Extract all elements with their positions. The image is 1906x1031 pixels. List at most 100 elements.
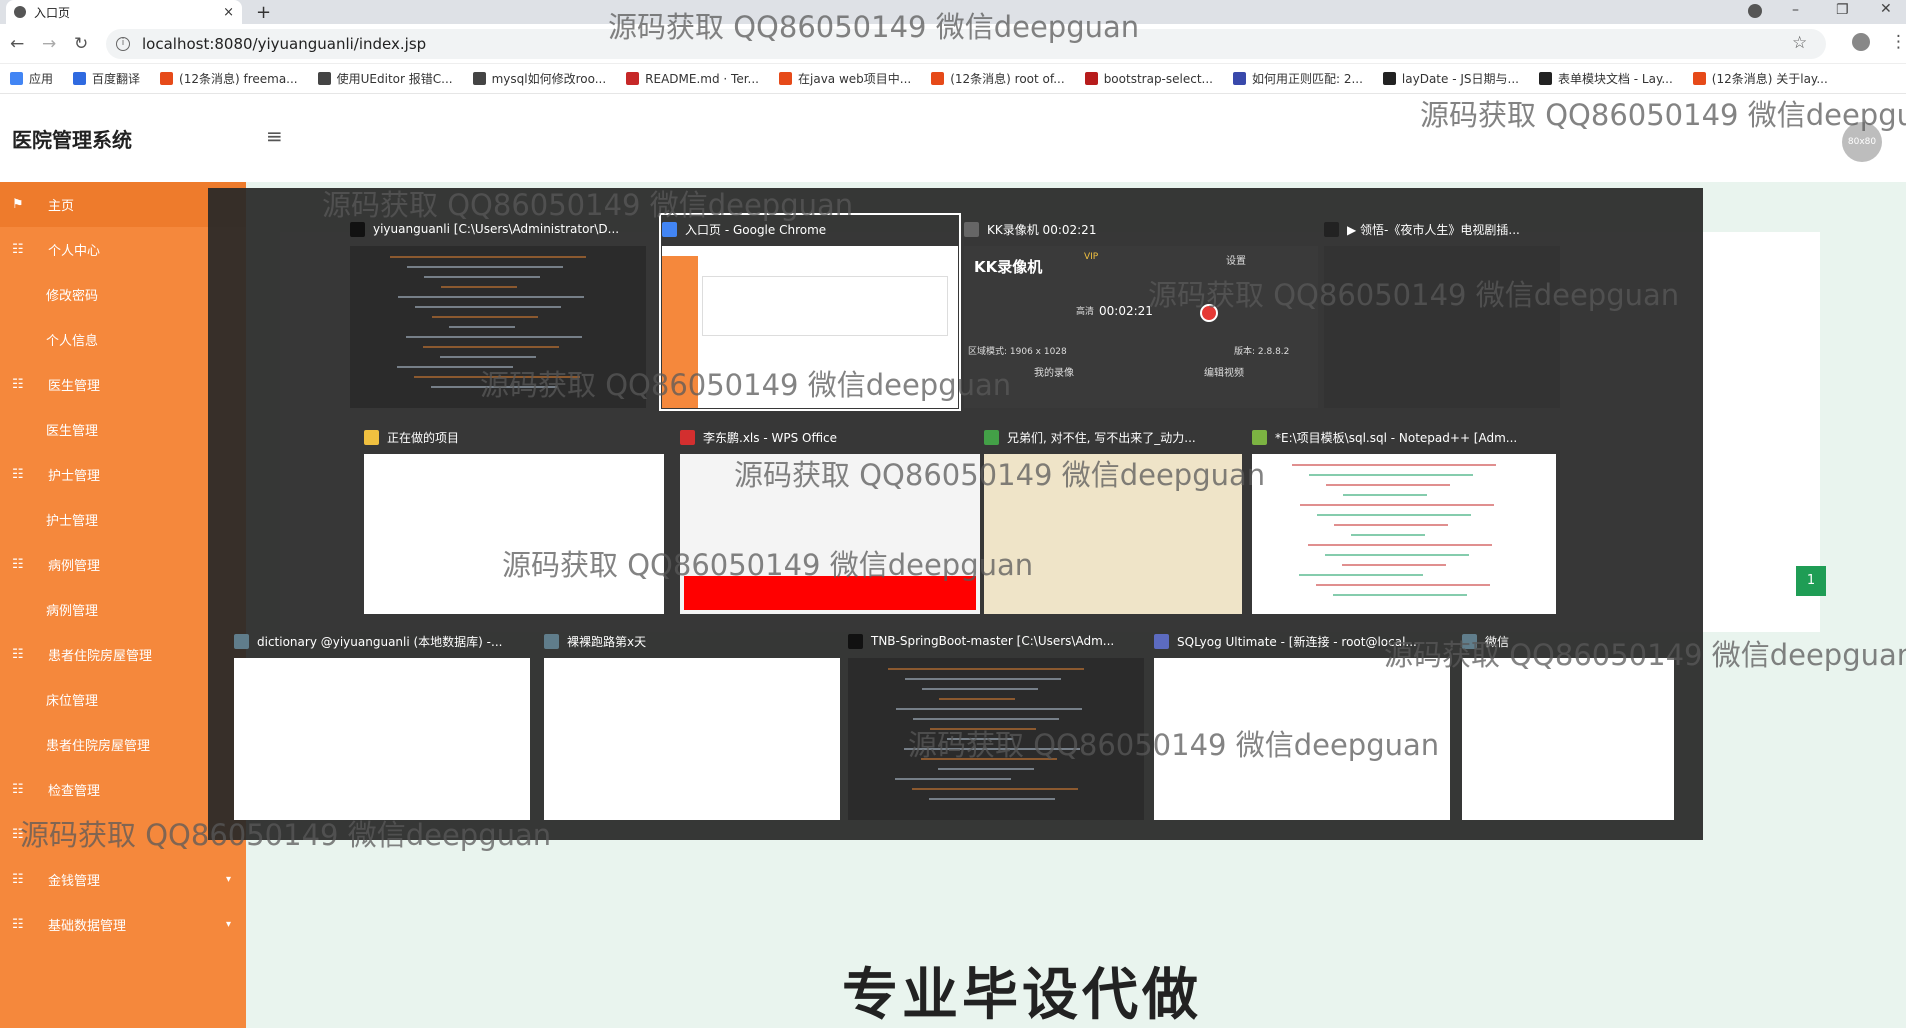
list-icon: ☷ [12, 917, 24, 932]
new-tab-button[interactable]: + [256, 2, 271, 23]
bookmark-item[interactable]: 百度翻译 [73, 70, 140, 87]
bookmark-favicon-icon [73, 72, 87, 85]
bookmark-item[interactable]: (12条消息) 关于lay... [1692, 70, 1828, 87]
window-caption: *E:\项目模板\sql.sql - Notepad++ [Adm... [1252, 424, 1556, 450]
window-caption: 兄弟们, 对不住, 写不出来了_动力... [984, 424, 1242, 450]
sidebar-item-label: 患者住院房屋管理 [48, 649, 153, 664]
sidebar-item-label: 病例管理 [48, 559, 101, 574]
window-title: *E:\项目模板\sql.sql - Notepad++ [Adm... [1275, 430, 1518, 445]
pagination-page-button[interactable]: 1 [1796, 566, 1826, 596]
list-icon: ☷ [12, 377, 24, 392]
kk-my-recordings[interactable]: 我的录像 [1034, 364, 1074, 379]
bookmark-item[interactable]: layDate - JS日期与... [1382, 70, 1519, 87]
sidebar-item-label: 基础数据管理 [48, 919, 127, 934]
sidebar-item-label: 护士管理 [48, 469, 101, 484]
watermark: 源码获取 QQ86050149 微信deepguan [908, 728, 1440, 762]
bookmark-item[interactable]: (12条消息) freema... [160, 70, 298, 87]
sidebar-item-label: 个人中心 [48, 244, 101, 259]
list-icon: ☷ [12, 242, 24, 257]
switcher-window[interactable]: 裸裸跑路第x天 [544, 628, 840, 820]
bookmark-label: 在java web项目中... [798, 72, 912, 86]
kk-area: 区域模式: 1906 x 1028 [968, 347, 1067, 357]
bookmark-label: 应用 [29, 72, 54, 86]
bookmark-favicon-icon [1692, 72, 1706, 85]
app-icon [1324, 221, 1339, 237]
window-caption: TNB-SpringBoot-master [C:\Users\Adm... [848, 628, 1144, 654]
watermark: 源码获取 QQ86050149 微信deepguan [20, 818, 552, 852]
bookmark-item[interactable]: (12条消息) root of... [931, 70, 1065, 87]
site-info-icon[interactable]: i [116, 37, 130, 51]
sidebar-item[interactable]: ☷ 金钱管理 ▾ [0, 857, 246, 902]
star-icon[interactable]: ☆ [1792, 33, 1807, 53]
sidebar-item-label: 护士管理 [46, 514, 99, 529]
app-icon [364, 429, 379, 445]
minimize-icon[interactable]: – [1792, 2, 1799, 18]
window-thumbnail [1324, 246, 1560, 408]
bookmark-item[interactable]: 应用 [10, 70, 53, 87]
window-thumbnail: KK录像机 VIP 设置 00:02:21 高清 区域模式: 1906 x 1028 版本:… [964, 246, 1318, 408]
app-icon [544, 633, 559, 649]
switcher-window[interactable]: dictionary @yiyuanguanli (本地数据库) -... [234, 628, 530, 820]
maximize-icon[interactable]: ❐ [1836, 2, 1849, 18]
window-title: 李东鹏.xls - WPS Office [703, 430, 838, 445]
kk-quality: 高清 [1076, 307, 1095, 317]
sidebar-item-label: 床位管理 [46, 694, 99, 709]
back-icon[interactable]: ← [10, 34, 24, 54]
list-icon: ☷ [12, 782, 24, 797]
bookmark-favicon-icon [626, 72, 640, 85]
watermark: 源码获取 QQ86050149 微信deepguan [734, 458, 1266, 492]
watermark: 源码获取 QQ86050149 微信deepguan [502, 548, 1034, 582]
profile-menu-icon[interactable] [1748, 4, 1762, 18]
bookmark-favicon-icon [1382, 72, 1396, 85]
bookmark-label: 如何用正则匹配: 2... [1251, 72, 1363, 86]
sidebar-item-label: 检查管理 [48, 784, 101, 799]
bookmark-item[interactable]: mysql如何修改roo... [472, 70, 606, 87]
switcher-window[interactable]: *E:\项目模板\sql.sql - Notepad++ [Adm... [1252, 424, 1556, 614]
kk-settings[interactable]: 设置 [1226, 252, 1246, 267]
account-icon[interactable] [1852, 33, 1870, 51]
window-caption: dictionary @yiyuanguanli (本地数据库) -... [234, 628, 530, 654]
menu-dots-icon[interactable]: ⋮ [1890, 32, 1906, 52]
sidebar-item-label: 医生管理 [46, 424, 99, 439]
bookmark-favicon-icon [160, 72, 174, 85]
window-title: ▶ 领悟-《夜市人生》电视剧插... [1347, 222, 1520, 237]
bookmarks-bar: 应用 百度翻译 (12条消息) freema... 使用UEditor 报错C... m… [0, 64, 1906, 94]
bookmark-item[interactable]: README.md · Ter... [626, 72, 759, 86]
bookmark-label: 百度翻译 [92, 72, 141, 86]
bookmark-item[interactable]: 表单模块文档 - Lay... [1538, 70, 1673, 87]
sidebar-item-label: 修改密码 [46, 289, 99, 304]
bookmark-item[interactable]: 使用UEditor 报错C... [317, 70, 453, 87]
list-icon: ☷ [12, 557, 24, 572]
bookmark-label: layDate - JS日期与... [1401, 72, 1519, 86]
kk-edit-video[interactable]: 编辑视频 [1204, 364, 1244, 379]
forward-icon[interactable]: → [42, 34, 56, 54]
sidebar-item-label: 患者住院房屋管理 [46, 739, 151, 754]
bookmark-label: bootstrap-select... [1103, 71, 1213, 86]
watermark: 源码获取 QQ86050149 微信deepguan [1420, 98, 1906, 132]
bookmark-favicon-icon [931, 72, 945, 85]
app-icon [234, 633, 249, 649]
bookmark-item[interactable]: bootstrap-select... [1084, 71, 1213, 86]
window-thumbnail [1462, 658, 1674, 820]
close-window-icon[interactable]: ✕ [1880, 1, 1892, 17]
kk-brand: KK录像机 [974, 258, 1043, 276]
list-icon: ☷ [12, 467, 24, 482]
watermark: 源码获取 QQ86050149 微信deepguan [1384, 638, 1906, 672]
bookmark-label: (12条消息) root of... [950, 72, 1065, 86]
menu-toggle-icon[interactable]: ≡ [266, 124, 283, 148]
bookmark-item[interactable]: 在java web项目中... [779, 70, 911, 87]
promo-banner-text: 专业毕设代做 [842, 963, 1202, 1028]
app-icon [848, 633, 863, 649]
bookmark-favicon-icon [472, 72, 486, 85]
bookmark-item[interactable]: 如何用正则匹配: 2... [1232, 70, 1363, 87]
tab-close-icon[interactable]: × [223, 5, 234, 20]
sidebar-item[interactable]: ☷ 基础数据管理 ▾ [0, 902, 246, 947]
switcher-window[interactable]: 正在做的项目 [364, 424, 664, 614]
window-title: yiyuanguanli [C:\Users\Administrator\D..… [373, 222, 620, 236]
bookmark-label: (12条消息) freema... [179, 72, 298, 86]
bookmark-label: 表单模块文档 - Lay... [1557, 72, 1673, 86]
browser-tab[interactable]: 入口页 × [6, 0, 242, 24]
reload-icon[interactable]: ↻ [74, 34, 88, 54]
kk-timer: 00:02:21 [1099, 304, 1153, 318]
list-icon: ☷ [12, 647, 24, 662]
